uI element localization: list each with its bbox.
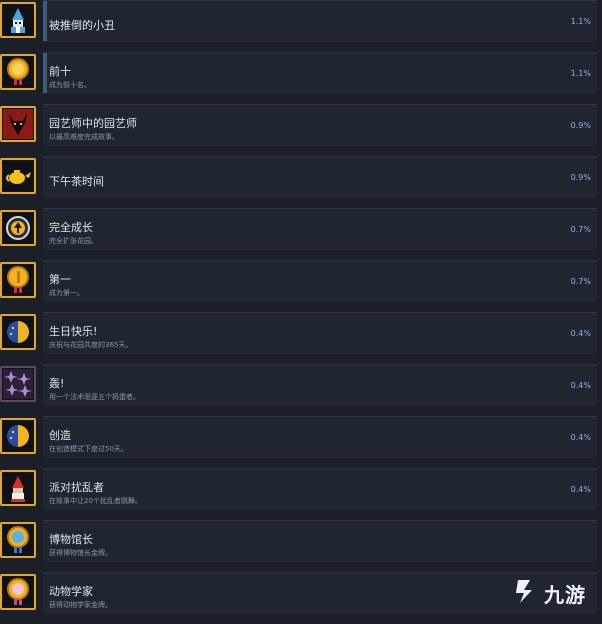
watermark: 九游: [510, 575, 602, 611]
achievement-title: 前十: [49, 65, 71, 78]
achievement-percent: 1.1%: [570, 69, 591, 78]
gold-medal-10-icon: [0, 54, 36, 90]
achievement-percent: 0.9%: [570, 121, 591, 130]
gold-medal-1-icon: [0, 262, 36, 298]
achievement-title: 第一: [49, 273, 71, 286]
jiuyou-logo-icon: [510, 576, 540, 610]
red-gnome-icon: [0, 470, 36, 506]
horned-mask-icon: [0, 106, 36, 142]
pink-medal-icon: [0, 574, 36, 610]
achievement-title: 动物学家: [49, 585, 93, 598]
achievement-card: 生日快乐! 庆祝与花园共度的365天。 0.4%: [43, 312, 597, 354]
clown-gnome-icon: [0, 2, 36, 38]
achievement-card: 派对扰乱者 在故事中让20个扰乱者跳舞。 0.4%: [43, 468, 597, 510]
achievement-title: 派对扰乱者: [49, 481, 104, 494]
half-moon-icon: [0, 418, 36, 454]
achievement-title: 完全成长: [49, 221, 93, 234]
achievement-card: 轰! 用一个法术驱逐五个捣蛋者。 0.4%: [43, 364, 597, 406]
achievement-card: 前十 成为前十名。 1.1%: [43, 52, 597, 94]
achievement-percent: 0.4%: [570, 433, 591, 442]
achievement-card: 园艺师中的园艺师 以最高难度完成故事。 0.9%: [43, 104, 597, 146]
achievement-card: 博物馆长 获得博物馆长金牌。: [43, 520, 597, 562]
purple-sparkles-icon: [0, 366, 36, 402]
achievement-row[interactable]: 博物馆长 获得博物馆长金牌。: [0, 520, 602, 572]
achievement-row[interactable]: 下午茶时间 0.9%: [0, 156, 602, 208]
achievement-card: 完全成长 完全扩张花园。 0.7%: [43, 208, 597, 250]
achievement-description: 成为第一。: [49, 289, 84, 297]
achievement-row[interactable]: 园艺师中的园艺师 以最高难度完成故事。 0.9%: [0, 104, 602, 156]
achievement-title: 被推倒的小丑: [49, 19, 115, 32]
progress-bar: [43, 53, 47, 93]
blue-medal-icon: [0, 522, 36, 558]
achievement-title: 创造: [49, 429, 71, 442]
achievement-row[interactable]: 完全成长 完全扩张花园。 0.7%: [0, 208, 602, 260]
achievement-percent: 0.9%: [570, 173, 591, 182]
achievement-title: 生日快乐!: [49, 325, 98, 338]
achievement-percent: 0.4%: [570, 485, 591, 494]
achievement-row[interactable]: 创造 在创造模式下度过50天。 0.4%: [0, 416, 602, 468]
achievement-card: 下午茶时间 0.9%: [43, 156, 597, 198]
up-arrow-badge-icon: [0, 210, 36, 246]
achievement-percent: 1.1%: [570, 17, 591, 26]
achievement-description: 在故事中让20个扰乱者跳舞。: [49, 497, 142, 505]
half-moon-icon: [0, 314, 36, 350]
achievement-percent: 0.7%: [570, 225, 591, 234]
achievement-card: 第一 成为第一。 0.7%: [43, 260, 597, 302]
achievement-description: 用一个法术驱逐五个捣蛋者。: [49, 393, 140, 401]
achievement-title: 博物馆长: [49, 533, 93, 546]
achievement-percent: 0.7%: [570, 277, 591, 286]
achievement-title: 轰!: [49, 377, 65, 390]
achievement-description: 获得博物馆长金牌。: [49, 549, 112, 557]
achievement-card: 被推倒的小丑 1.1%: [43, 0, 597, 42]
achievement-row[interactable]: 轰! 用一个法术驱逐五个捣蛋者。 0.4%: [0, 364, 602, 416]
achievement-description: 庆祝与花园共度的365天。: [49, 341, 133, 349]
achievement-description: 成为前十名。: [49, 81, 91, 89]
achievement-description: 以最高难度完成故事。: [49, 133, 119, 141]
teapot-icon: [0, 158, 36, 194]
achievement-row[interactable]: 派对扰乱者 在故事中让20个扰乱者跳舞。 0.4%: [0, 468, 602, 520]
achievement-row[interactable]: 生日快乐! 庆祝与花园共度的365天。 0.4%: [0, 312, 602, 364]
achievement-description: 获得动物学家金牌。: [49, 601, 112, 609]
achievement-row[interactable]: 第一 成为第一。 0.7%: [0, 260, 602, 312]
achievement-percent: 0.4%: [570, 329, 591, 338]
achievement-percent: 0.4%: [570, 381, 591, 390]
achievement-title: 园艺师中的园艺师: [49, 117, 137, 130]
achievement-row[interactable]: 被推倒的小丑 1.1%: [0, 0, 602, 52]
achievement-description: 完全扩张花园。: [49, 237, 98, 245]
achievement-title: 下午茶时间: [49, 175, 104, 188]
achievement-row[interactable]: 前十 成为前十名。 1.1%: [0, 52, 602, 104]
progress-bar: [43, 1, 47, 41]
achievement-description: 在创造模式下度过50天。: [49, 445, 128, 453]
achievement-card: 创造 在创造模式下度过50天。 0.4%: [43, 416, 597, 458]
watermark-text: 九游: [544, 582, 586, 607]
